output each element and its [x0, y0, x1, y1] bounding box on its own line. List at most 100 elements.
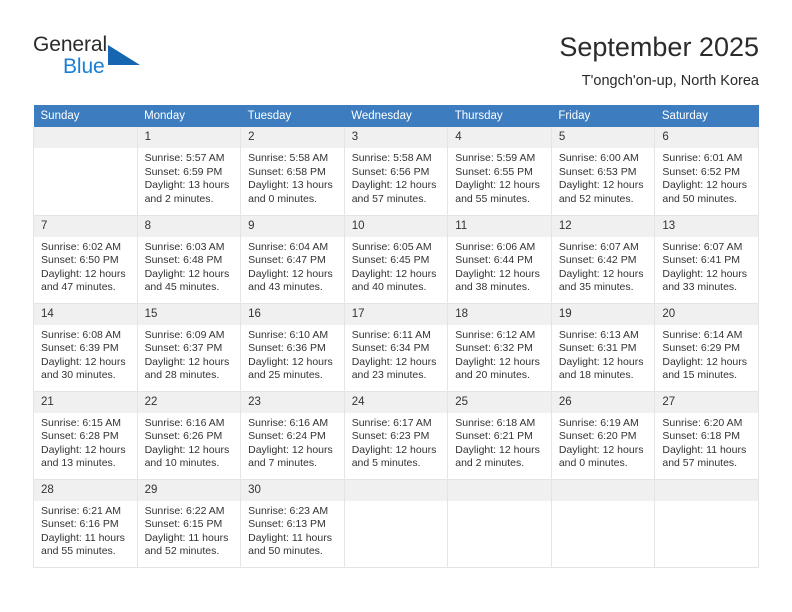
day-cell[interactable]: 18 Sunrise: 6:12 AM Sunset: 6:32 PM Dayligh… — [447, 302, 552, 392]
day-cell[interactable]: 26 Sunrise: 6:19 AM Sunset: 6:20 PM Dayligh… — [550, 390, 656, 480]
day-cell[interactable]: 30 Sunrise: 6:23 AM Sunset: 6:13 PM Dayligh… — [240, 478, 345, 568]
daylight-text-line1: Daylight: 12 hours — [41, 267, 126, 280]
sunset-text: Sunset: 6:44 PM — [455, 254, 533, 267]
day-cell[interactable]: 4 Sunrise: 5:59 AM Sunset: 6:55 PM Daylight… — [447, 127, 552, 216]
daylight-text-line1: Daylight: 12 hours — [455, 355, 540, 368]
day-cell[interactable]: 5 Sunrise: 6:00 AM Sunset: 6:53 PM Daylight… — [550, 127, 656, 216]
daylight-text-line1: Daylight: 11 hours — [248, 531, 332, 544]
day-number: 28 — [34, 479, 137, 501]
sunrise-text: Sunrise: 6:02 AM — [41, 240, 121, 253]
day-cell[interactable]: 7 Sunrise: 6:02 AM Sunset: 6:50 PM Daylight… — [33, 214, 138, 304]
daylight-text-line1: Daylight: 12 hours — [144, 443, 230, 456]
daylight-text-line2: and 2 minutes. — [455, 457, 525, 470]
day-number — [551, 479, 655, 501]
sunrise-text: Sunrise: 5:57 AM — [144, 152, 225, 164]
calendar-body: 1 Sunrise: 5:57 AM Sunset: 6:59 PM Daylight… — [33, 127, 759, 568]
day-cell[interactable]: 14 Sunrise: 6:08 AM Sunset: 6:39 PM Dayligh… — [33, 302, 138, 392]
sunset-text: Sunset: 6:47 PM — [248, 254, 326, 267]
sunrise-text: Sunrise: 6:12 AM — [455, 328, 536, 341]
day-number: 25 — [448, 391, 551, 413]
day-cell[interactable]: 12 Sunrise: 6:07 AM Sunset: 6:42 PM Dayligh… — [550, 214, 656, 304]
day-details: Sunrise: 6:13 AM Sunset: 6:31 PM Daylight:… — [552, 325, 655, 383]
daylight-text-line1: Daylight: 12 hours — [455, 267, 540, 280]
daylight-text-line2: and 13 minutes. — [41, 457, 116, 470]
day-cell[interactable]: 21 Sunrise: 6:15 AM Sunset: 6:28 PM Dayligh… — [33, 390, 138, 480]
daylight-text-line2: and 55 minutes. — [41, 545, 116, 558]
sunrise-text: Sunrise: 6:06 AM — [455, 240, 536, 253]
page-subtitle: T'ongch'on-up, North Korea — [581, 73, 759, 89]
day-cell-empty — [33, 127, 138, 216]
weekday-header-saturday: Saturday — [654, 105, 759, 127]
day-cell-empty — [654, 478, 759, 568]
daylight-text-line2: and 0 minutes. — [558, 457, 628, 470]
sunrise-text: Sunrise: 6:17 AM — [351, 416, 432, 429]
generalblue-logo[interactable]: General Blue — [33, 32, 168, 82]
daylight-text-line2: and 33 minutes. — [662, 281, 738, 294]
day-number: 6 — [655, 127, 758, 148]
day-details: Sunrise: 6:15 AM Sunset: 6:28 PM Daylight:… — [34, 413, 137, 471]
daylight-text-line2: and 45 minutes. — [144, 281, 220, 294]
daylight-text-line1: Daylight: 12 hours — [351, 179, 437, 192]
day-cell[interactable]: 11 Sunrise: 6:06 AM Sunset: 6:44 PM Dayligh… — [447, 214, 552, 304]
day-cell[interactable]: 10 Sunrise: 6:05 AM Sunset: 6:45 PM Dayligh… — [343, 214, 449, 304]
day-details: Sunrise: 6:06 AM Sunset: 6:44 PM Daylight:… — [448, 237, 551, 295]
sunrise-text: Sunrise: 6:09 AM — [144, 328, 225, 341]
day-details: Sunrise: 6:00 AM Sunset: 6:53 PM Daylight:… — [552, 148, 655, 206]
sunset-text: Sunset: 6:41 PM — [662, 254, 741, 267]
day-cell[interactable]: 28 Sunrise: 6:21 AM Sunset: 6:16 PM Dayligh… — [33, 478, 138, 568]
calendar-grid: Sunday Monday Tuesday Wednesday Thursday… — [33, 105, 759, 568]
day-cell[interactable]: 15 Sunrise: 6:09 AM Sunset: 6:37 PM Dayligh… — [136, 302, 242, 392]
daylight-text-line1: Daylight: 12 hours — [558, 179, 644, 192]
day-cell[interactable]: 24 Sunrise: 6:17 AM Sunset: 6:23 PM Dayligh… — [343, 390, 449, 480]
day-number — [448, 479, 551, 501]
sunrise-text: Sunrise: 6:18 AM — [455, 416, 536, 429]
day-cell[interactable]: 2 Sunrise: 5:58 AM Sunset: 6:58 PM Daylight… — [240, 127, 345, 216]
day-number: 4 — [448, 127, 551, 148]
day-number: 1 — [137, 127, 241, 148]
day-number: 8 — [137, 215, 241, 237]
daylight-text-line2: and 28 minutes. — [144, 369, 220, 382]
day-cell[interactable]: 25 Sunrise: 6:18 AM Sunset: 6:21 PM Dayligh… — [447, 390, 552, 480]
day-cell[interactable]: 19 Sunrise: 6:13 AM Sunset: 6:31 PM Dayligh… — [550, 302, 656, 392]
day-details: Sunrise: 6:20 AM Sunset: 6:18 PM Daylight:… — [655, 413, 758, 471]
day-number: 7 — [34, 215, 137, 237]
day-details: Sunrise: 6:21 AM Sunset: 6:16 PM Daylight:… — [34, 501, 137, 559]
day-cell[interactable]: 29 Sunrise: 6:22 AM Sunset: 6:15 PM Dayligh… — [136, 478, 242, 568]
day-number: 18 — [448, 303, 551, 325]
sunset-text: Sunset: 6:34 PM — [351, 342, 430, 355]
day-cell[interactable]: 1 Sunrise: 5:57 AM Sunset: 6:59 PM Daylight… — [136, 127, 242, 216]
day-cell[interactable]: 8 Sunrise: 6:03 AM Sunset: 6:48 PM Daylight… — [136, 214, 242, 304]
day-cell[interactable]: 3 Sunrise: 5:58 AM Sunset: 6:56 PM Daylight… — [343, 127, 449, 216]
weekday-header-friday: Friday — [551, 105, 655, 127]
sunrise-text: Sunrise: 5:58 AM — [351, 152, 432, 164]
sunrise-text: Sunrise: 6:19 AM — [558, 416, 639, 429]
day-details: Sunrise: 6:08 AM Sunset: 6:39 PM Daylight:… — [34, 325, 137, 383]
day-cell[interactable]: 9 Sunrise: 6:04 AM Sunset: 6:47 PM Daylight… — [240, 214, 345, 304]
day-cell[interactable]: 27 Sunrise: 6:20 AM Sunset: 6:18 PM Dayligh… — [654, 390, 759, 480]
weekday-header-wednesday: Wednesday — [344, 105, 448, 127]
day-cell[interactable]: 22 Sunrise: 6:16 AM Sunset: 6:26 PM Dayligh… — [136, 390, 242, 480]
sunset-text: Sunset: 6:37 PM — [144, 342, 223, 355]
sunset-text: Sunset: 6:20 PM — [558, 430, 637, 443]
sunrise-text: Sunrise: 6:04 AM — [248, 240, 329, 253]
day-details: Sunrise: 5:57 AM Sunset: 6:59 PM Daylight:… — [138, 148, 241, 206]
day-number: 15 — [137, 303, 241, 325]
daylight-text-line2: and 38 minutes. — [455, 281, 530, 294]
sunrise-text: Sunrise: 6:20 AM — [662, 416, 743, 429]
day-cell[interactable]: 20 Sunrise: 6:14 AM Sunset: 6:29 PM Dayligh… — [654, 302, 759, 392]
day-cell[interactable]: 13 Sunrise: 6:07 AM Sunset: 6:41 PM Dayligh… — [654, 214, 759, 304]
daylight-text-line1: Daylight: 12 hours — [144, 267, 230, 280]
day-cell[interactable]: 6 Sunrise: 6:01 AM Sunset: 6:52 PM Daylight… — [654, 127, 759, 216]
day-cell[interactable]: 23 Sunrise: 6:16 AM Sunset: 6:24 PM Dayligh… — [240, 390, 345, 480]
daylight-text-line1: Daylight: 11 hours — [662, 443, 747, 456]
daylight-text-line1: Daylight: 12 hours — [662, 267, 748, 280]
day-details: Sunrise: 6:07 AM Sunset: 6:42 PM Daylight:… — [552, 237, 655, 295]
sunset-text: Sunset: 6:50 PM — [41, 254, 119, 267]
daylight-text-line1: Daylight: 13 hours — [248, 179, 333, 192]
sunset-text: Sunset: 6:48 PM — [144, 254, 223, 267]
sunrise-text: Sunrise: 6:15 AM — [41, 416, 121, 429]
day-cell[interactable]: 16 Sunrise: 6:10 AM Sunset: 6:36 PM Dayligh… — [240, 302, 345, 392]
day-cell[interactable]: 17 Sunrise: 6:11 AM Sunset: 6:34 PM Dayligh… — [343, 302, 449, 392]
day-number: 17 — [344, 303, 448, 325]
sunset-text: Sunset: 6:21 PM — [455, 430, 533, 443]
